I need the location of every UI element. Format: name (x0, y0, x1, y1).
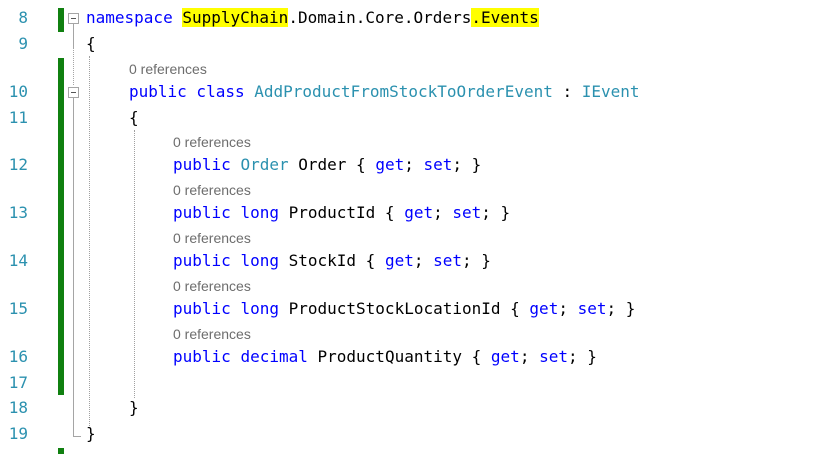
colon: : (552, 82, 582, 101)
property-name: ProductStockLocationId { (278, 299, 530, 318)
open-brace: { (86, 34, 96, 53)
property-line: public decimal ProductQuantity { get; se… (173, 347, 597, 367)
codelens-references[interactable]: 0 references (173, 325, 251, 343)
codelens-references[interactable]: 0 references (129, 60, 207, 78)
indent-guide (134, 130, 135, 398)
change-marker-bar (58, 8, 64, 32)
get-accessor: get (490, 347, 520, 366)
property-line: public Order Order { get; set; } (173, 155, 481, 175)
outline-line (73, 98, 74, 436)
line-number: 19 (8, 424, 28, 443)
collapse-namespace-toggle[interactable] (68, 13, 79, 24)
outline-line (73, 48, 74, 85)
line-number: 12 (8, 155, 28, 174)
modifier: public (173, 299, 231, 318)
property-type: long (240, 251, 279, 270)
indent-guide (89, 56, 90, 428)
get-accessor: get (375, 155, 405, 174)
property-name: ProductId { (278, 203, 405, 222)
codelens-references[interactable]: 0 references (173, 277, 251, 295)
open-brace: { (129, 108, 139, 127)
namespace-keyword: namespace (86, 8, 173, 27)
set-accessor: set (423, 155, 453, 174)
code-editor[interactable]: 8 9 10 11 12 13 14 15 16 17 18 19 namesp… (0, 0, 840, 454)
get-accessor: get (529, 299, 559, 318)
accessor-end: ; } (606, 299, 636, 318)
line-number: 13 (8, 203, 28, 222)
namespace-segment: .Domain.Core.Orders (288, 8, 472, 27)
property-line: public long ProductStockLocationId { get… (173, 299, 635, 319)
accessor-end: ; } (452, 155, 482, 174)
line-number: 11 (8, 108, 28, 127)
namespace-segment-highlighted: SupplyChain (182, 8, 289, 27)
line-number: 9 (18, 34, 28, 53)
namespace-segment-highlighted: .Events (471, 8, 539, 27)
property-name: ProductQuantity { (307, 347, 491, 366)
set-accessor: set (577, 299, 607, 318)
accessor-end: ; } (481, 203, 511, 222)
property-type: decimal (240, 347, 308, 366)
collapse-class-toggle[interactable] (68, 87, 79, 98)
get-accessor: get (404, 203, 434, 222)
separator: ; (404, 155, 424, 174)
close-brace: } (86, 424, 96, 443)
set-accessor: set (539, 347, 568, 366)
set-accessor: set (433, 251, 463, 270)
property-name: Order { (288, 155, 376, 174)
set-accessor: set (452, 203, 482, 222)
accessor-end: ; } (567, 347, 597, 366)
property-name: StockId { (278, 251, 385, 270)
class-name: AddProductFromStockToOrderEvent (254, 82, 553, 101)
base-interface: IEvent (581, 82, 640, 101)
code-line-namespace: namespace SupplyChain.Domain.Core.Orders… (86, 8, 539, 28)
modifier: public (173, 155, 231, 174)
separator: ; (519, 347, 540, 366)
modifier: public (173, 347, 231, 366)
outline-line (73, 24, 74, 48)
change-marker-bar (58, 448, 64, 454)
line-number: 14 (8, 251, 28, 270)
property-line: public long StockId { get; set; } (173, 251, 491, 271)
accessor-end: ; } (462, 251, 491, 270)
change-marker-bar (58, 58, 64, 395)
property-type: long (240, 299, 279, 318)
line-number: 16 (8, 347, 28, 366)
line-number: 8 (18, 8, 28, 27)
property-type: Order (240, 155, 289, 174)
modifier: public (173, 251, 231, 270)
modifier: public (173, 203, 231, 222)
property-line: public long ProductId { get; set; } (173, 203, 510, 223)
separator: ; (558, 299, 578, 318)
get-accessor: get (384, 251, 414, 270)
line-number: 17 (8, 373, 28, 392)
separator: ; (413, 251, 434, 270)
codelens-references[interactable]: 0 references (173, 133, 251, 151)
line-number: 10 (8, 82, 28, 101)
close-brace: } (129, 398, 139, 417)
line-number: 18 (8, 398, 28, 417)
outline-end (73, 436, 81, 437)
code-line-class: public class AddProductFromStockToOrderE… (129, 82, 640, 102)
property-type: long (240, 203, 279, 222)
codelens-references[interactable]: 0 references (173, 181, 251, 199)
codelens-references[interactable]: 0 references (173, 229, 251, 247)
line-number: 15 (8, 299, 28, 318)
separator: ; (433, 203, 453, 222)
class-modifiers: public class (129, 82, 245, 101)
